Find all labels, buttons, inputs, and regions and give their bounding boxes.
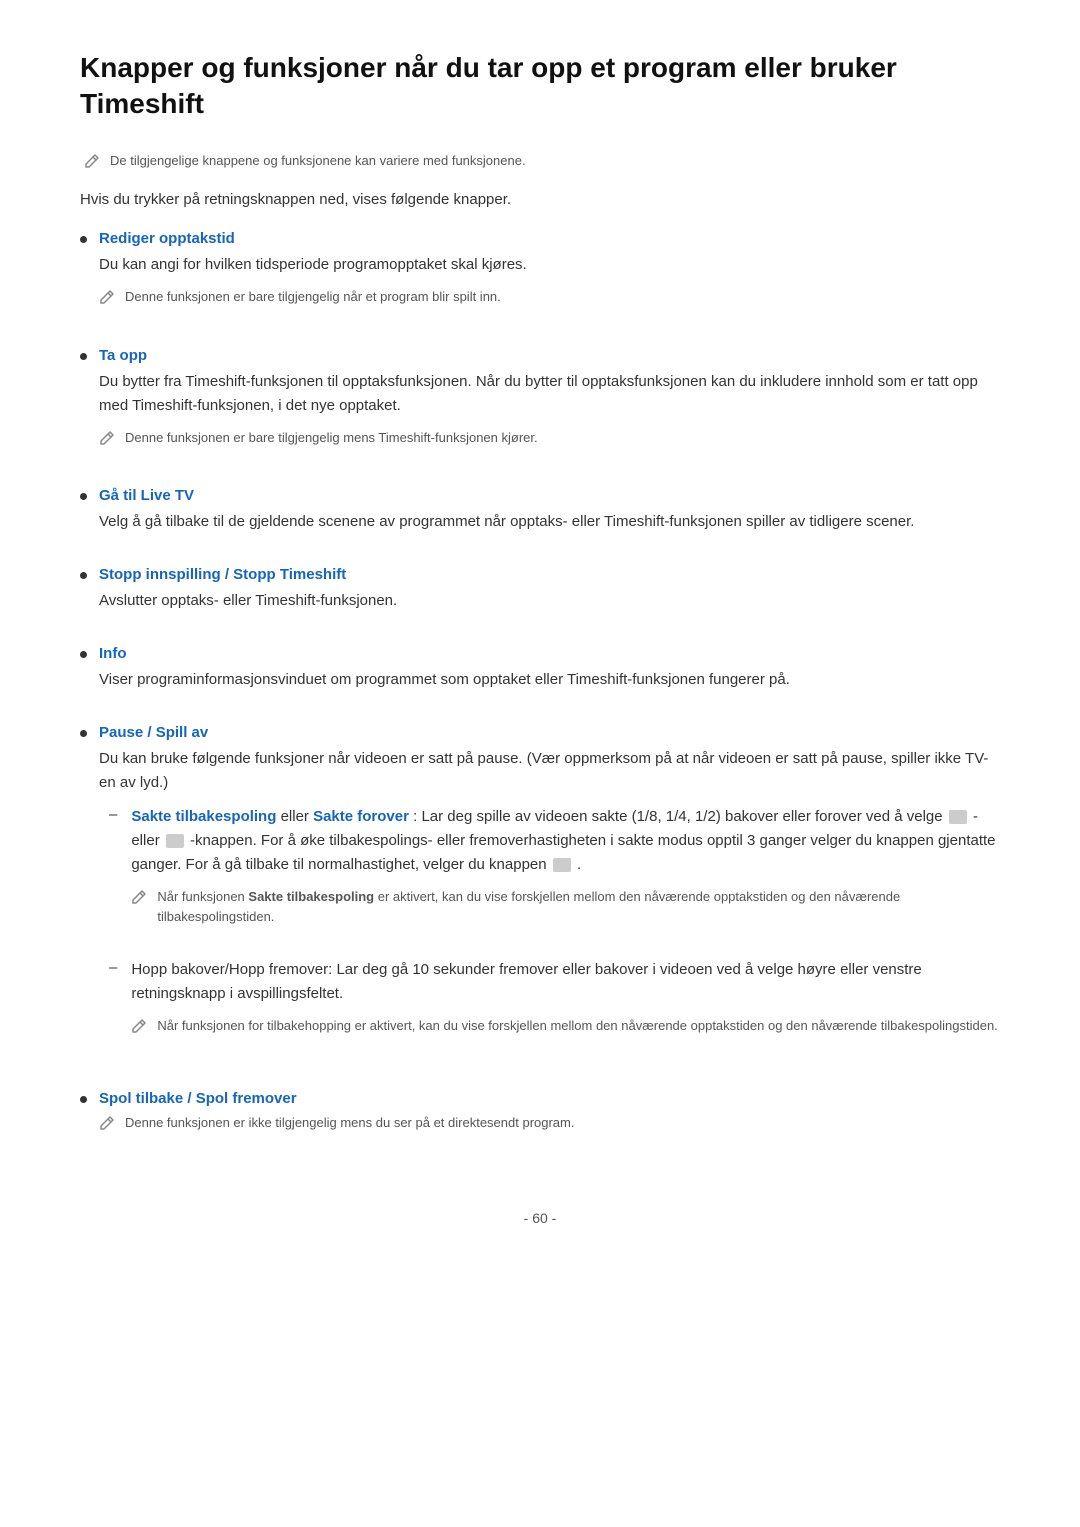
pencil-icon-spol: [99, 1115, 115, 1131]
bullet-dot: [80, 1096, 87, 1103]
bullet-body-ta-opp: Du bytter fra Timeshift-funksjonen til o…: [99, 370, 1000, 418]
list-item-rediger: Rediger opptakstid Du kan angi for hvilk…: [80, 230, 1000, 325]
bullet-dot: [80, 730, 87, 737]
bullet-title-rediger: Rediger opptakstid: [99, 230, 1000, 247]
note-text-spol: Denne funksjonen er ikke tilgjengelig me…: [125, 1113, 574, 1133]
dash-mark-hopp: –: [109, 959, 117, 976]
bullet-content-stopp: Stopp innspilling / Stopp Timeshift Avsl…: [99, 566, 1000, 623]
list-item-stopp: Stopp innspilling / Stopp Timeshift Avsl…: [80, 566, 1000, 623]
list-item-info: Info Viser programinformasjonsvinduet om…: [80, 645, 1000, 702]
dash-item-hopp: – Hopp bakover/Hopp fremover: Lar deg gå…: [109, 958, 1000, 1054]
bullet-title-info: Info: [99, 645, 1000, 662]
bullet-title-spol: Spol tilbake / Spol fremover: [99, 1090, 1000, 1107]
pencil-icon-hopp: [131, 1018, 147, 1034]
pencil-icon-sakte: [131, 889, 147, 905]
bullet-body-pause: Du kan bruke følgende funksjoner når vid…: [99, 747, 1000, 795]
bullet-content-pause: Pause / Spill av Du kan bruke følgende f…: [99, 724, 1000, 1068]
main-list: Rediger opptakstid Du kan angi for hvilk…: [80, 230, 1000, 1150]
note-text-sakte: Når funksjonen Sakte tilbakespoling er a…: [157, 887, 1000, 926]
pencil-icon-rediger: [99, 289, 115, 305]
page-title: Knapper og funksjoner når du tar opp et …: [80, 50, 1000, 123]
bullet-body-info: Viser programinformasjonsvinduet om prog…: [99, 668, 1000, 692]
bullet-content-spol: Spol tilbake / Spol fremover Denne funks…: [99, 1090, 1000, 1151]
intro-text: Hvis du trykker på retningsknappen ned, …: [80, 188, 1000, 212]
pause-sublist: – Sakte tilbakespoling eller Sakte forov…: [109, 805, 1000, 1054]
note-text-hopp: Når funksjonen for tilbakehopping er akt…: [157, 1016, 997, 1036]
bullet-title-pause: Pause / Spill av: [99, 724, 1000, 741]
note-spol: Denne funksjonen er ikke tilgjengelig me…: [99, 1113, 1000, 1133]
note-hopp: Når funksjonen for tilbakehopping er akt…: [131, 1016, 1000, 1036]
bullet-content-ta-opp: Ta opp Du bytter fra Timeshift-funksjone…: [99, 347, 1000, 466]
sakte-forover-link: Sakte forover: [313, 808, 409, 825]
list-item-ta-opp: Ta opp Du bytter fra Timeshift-funksjone…: [80, 347, 1000, 466]
sakte-tilbakespoling-link: Sakte tilbakespoling: [131, 808, 276, 825]
note-text-ta-opp: Denne funksjonen er bare tilgjengelig me…: [125, 428, 538, 448]
bullet-title-stopp: Stopp innspilling / Stopp Timeshift: [99, 566, 1000, 583]
list-item-spol: Spol tilbake / Spol fremover Denne funks…: [80, 1090, 1000, 1151]
bullet-dot: [80, 353, 87, 360]
note-text-rediger: Denne funksjonen er bare tilgjengelig nå…: [125, 287, 501, 307]
bullet-body-stopp: Avslutter opptaks- eller Timeshift-funks…: [99, 589, 1000, 613]
note-sakte: Når funksjonen Sakte tilbakespoling er a…: [131, 887, 1000, 926]
rewind-button-icon: [949, 810, 967, 824]
bullet-dot: [80, 236, 87, 243]
note-ta-opp: Denne funksjonen er bare tilgjengelig me…: [99, 428, 1000, 448]
bullet-title-live: Gå til Live TV: [99, 487, 1000, 504]
note-rediger: Denne funksjonen er bare tilgjengelig nå…: [99, 287, 1000, 307]
bullet-content-info: Info Viser programinformasjonsvinduet om…: [99, 645, 1000, 702]
list-item-live: Gå til Live TV Velg å gå tilbake til de …: [80, 487, 1000, 544]
dash-body-sakte: Sakte tilbakespoling eller Sakte forover…: [131, 805, 1000, 877]
dash-mark: –: [109, 806, 117, 823]
pencil-icon: [84, 153, 100, 169]
bullet-title-ta-opp: Ta opp: [99, 347, 1000, 364]
bullet-content-rediger: Rediger opptakstid Du kan angi for hvilk…: [99, 230, 1000, 325]
normal-button-icon: [553, 858, 571, 872]
bullet-content-live: Gå til Live TV Velg å gå tilbake til de …: [99, 487, 1000, 544]
dash-body-hopp: Hopp bakover/Hopp fremover: Lar deg gå 1…: [131, 958, 1000, 1006]
intro-note-text: De tilgjengelige knappene og funksjonene…: [110, 151, 526, 171]
pencil-icon-ta-opp: [99, 430, 115, 446]
dash-content-hopp: Hopp bakover/Hopp fremover: Lar deg gå 1…: [131, 958, 1000, 1054]
bullet-body-live: Velg å gå tilbake til de gjeldende scene…: [99, 510, 1000, 534]
bullet-dot: [80, 493, 87, 500]
dash-item-sakte: – Sakte tilbakespoling eller Sakte forov…: [109, 805, 1000, 944]
list-item-pause: Pause / Spill av Du kan bruke følgende f…: [80, 724, 1000, 1068]
forward-button-icon: [166, 834, 184, 848]
bullet-dot: [80, 572, 87, 579]
intro-note-block: De tilgjengelige knappene og funksjonene…: [84, 151, 1000, 171]
page-number: - 60 -: [80, 1190, 1000, 1226]
dash-content-sakte: Sakte tilbakespoling eller Sakte forover…: [131, 805, 1000, 944]
bullet-body-rediger: Du kan angi for hvilken tidsperiode prog…: [99, 253, 1000, 277]
bullet-dot: [80, 651, 87, 658]
